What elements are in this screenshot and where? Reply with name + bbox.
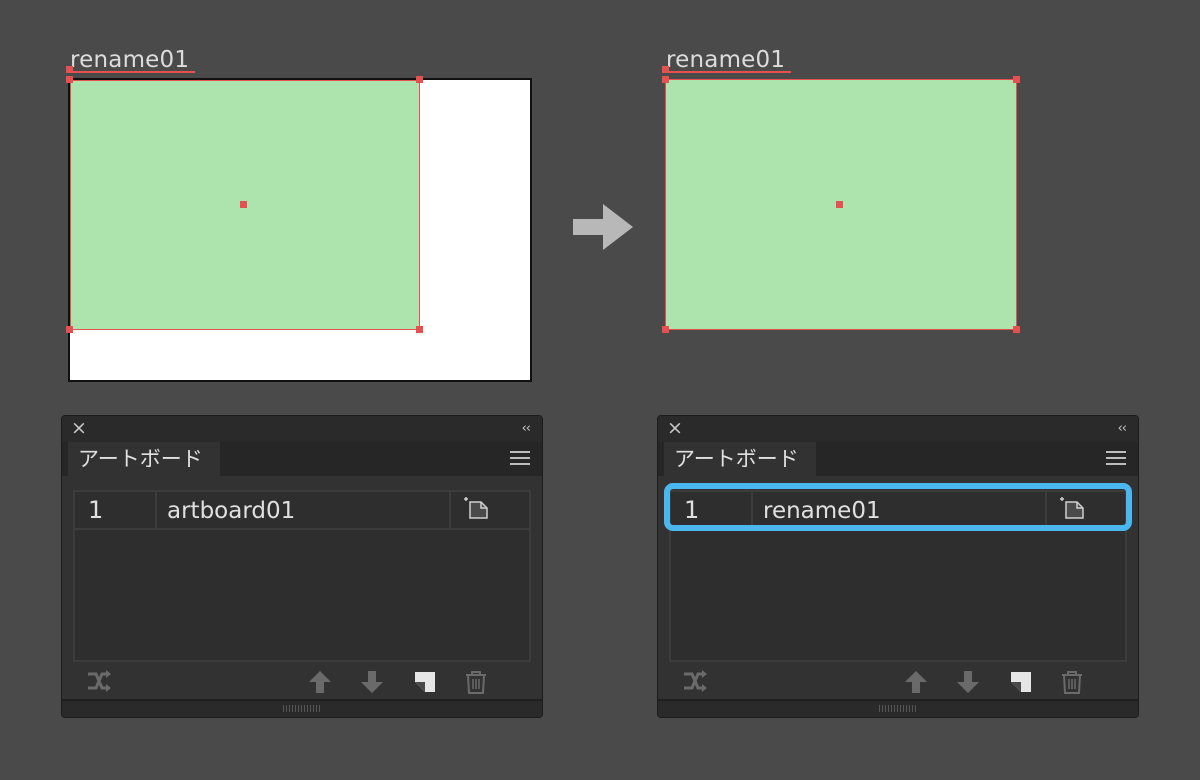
arrow-right-icon — [573, 204, 633, 250]
new-artboard-icon[interactable] — [1008, 669, 1034, 695]
selection-handle[interactable] — [66, 76, 73, 83]
selection-handle[interactable] — [662, 66, 669, 73]
move-down-icon[interactable] — [955, 669, 981, 695]
artboard-row[interactable]: 1 artboard01 — [75, 492, 529, 530]
selection-handle[interactable] — [662, 76, 669, 83]
artboard-label-underline — [70, 71, 195, 73]
selection-handle[interactable] — [1013, 76, 1020, 83]
selection-handle[interactable] — [416, 76, 423, 83]
rearrange-icon[interactable] — [682, 669, 708, 695]
center-point — [836, 201, 843, 208]
close-icon[interactable]: × — [71, 419, 87, 438]
selection-handle[interactable] — [66, 326, 73, 333]
panel-tab-strip: アートボード — [658, 442, 1138, 476]
artboard-name-label: rename01 — [70, 47, 190, 73]
panel-titlebar[interactable]: × ‹‹ — [658, 416, 1138, 442]
panel-tab-strip: アートボード — [62, 442, 542, 476]
rearrange-icon[interactable] — [86, 669, 112, 695]
move-up-icon[interactable] — [903, 669, 929, 695]
selection-handle[interactable] — [66, 66, 73, 73]
tab-artboards[interactable]: アートボード — [68, 442, 220, 476]
artboard-number: 1 — [75, 492, 157, 528]
move-up-icon[interactable] — [307, 669, 333, 695]
panel-titlebar[interactable]: × ‹‹ — [62, 416, 542, 442]
center-point — [240, 201, 247, 208]
selection-handle[interactable] — [416, 326, 423, 333]
artboard-name[interactable]: artboard01 — [157, 492, 451, 528]
panel-menu-icon[interactable] — [1106, 451, 1126, 466]
panel-resize-grip[interactable] — [658, 699, 1138, 717]
artboard-label-underline — [666, 71, 791, 73]
artboard-name-label: rename01 — [666, 47, 786, 73]
collapse-icon[interactable]: ‹‹ — [1118, 421, 1127, 436]
close-icon[interactable]: × — [667, 419, 683, 438]
collapse-icon[interactable]: ‹‹ — [522, 421, 531, 436]
artboards-panel: × ‹‹ アートボード 1 artboard01 — [61, 415, 543, 718]
artboard-options-icon[interactable] — [461, 495, 491, 521]
tab-artboards[interactable]: アートボード — [664, 442, 816, 476]
trash-icon[interactable] — [463, 669, 489, 695]
trash-icon[interactable] — [1059, 669, 1085, 695]
artboards-panel: × ‹‹ アートボード 1 rename01 — [657, 415, 1139, 718]
selection-handle[interactable] — [1013, 326, 1020, 333]
move-down-icon[interactable] — [359, 669, 385, 695]
panel-menu-icon[interactable] — [510, 451, 530, 466]
artboard-list: 1 artboard01 — [73, 490, 531, 662]
row-highlight — [664, 483, 1132, 531]
panel-resize-grip[interactable] — [62, 699, 542, 717]
selection-handle[interactable] — [662, 326, 669, 333]
new-artboard-icon[interactable] — [412, 669, 438, 695]
